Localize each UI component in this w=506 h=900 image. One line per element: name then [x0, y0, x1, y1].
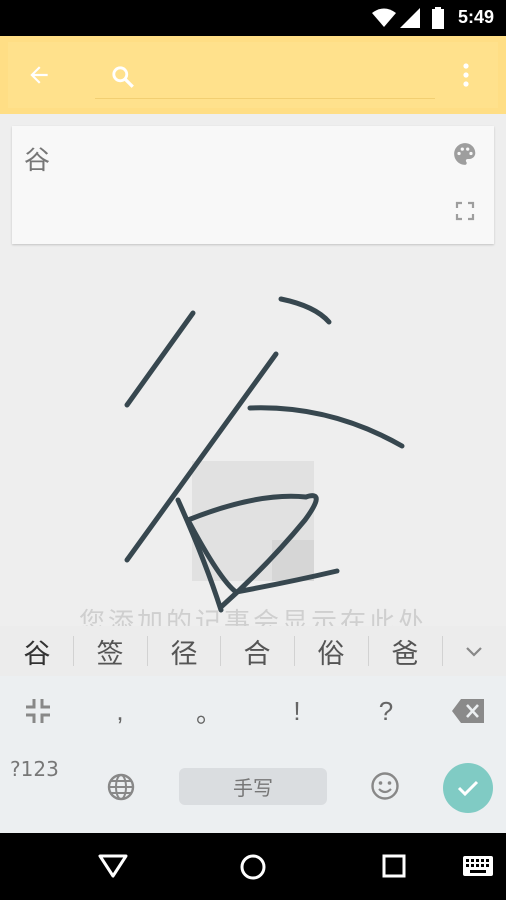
- palette-icon[interactable]: [452, 141, 478, 167]
- search-underline: [95, 98, 435, 99]
- candidate-4[interactable]: 俗: [294, 626, 368, 676]
- back-nav-icon[interactable]: [97, 853, 129, 879]
- candidate-1[interactable]: 签: [73, 626, 147, 676]
- done-button[interactable]: [443, 763, 493, 813]
- note-card[interactable]: [12, 126, 494, 244]
- signal-icon: [400, 8, 420, 28]
- navigation-bar: [0, 833, 506, 900]
- key-comma[interactable]: ,: [90, 681, 150, 741]
- search-icon[interactable]: [110, 64, 136, 90]
- expand-candidates-icon[interactable]: [464, 641, 484, 661]
- recents-nav-icon[interactable]: [381, 853, 407, 879]
- status-bar: 5:49: [0, 0, 506, 36]
- check-icon: [457, 780, 479, 797]
- candidate-3[interactable]: 合: [220, 626, 294, 676]
- key-period[interactable]: 。: [179, 681, 239, 741]
- battery-icon: [432, 7, 444, 29]
- back-arrow-icon[interactable]: [26, 62, 52, 88]
- empty-state-illustration-detail: [272, 540, 314, 581]
- more-options-icon[interactable]: [456, 61, 476, 89]
- candidate-divider: [442, 636, 443, 666]
- keyboard-switch-icon[interactable]: [462, 855, 494, 877]
- symbols-key[interactable]: ?123: [10, 757, 59, 781]
- handwriting-space-key[interactable]: 手写: [179, 768, 327, 805]
- key-question[interactable]: ?: [356, 681, 416, 741]
- key-exclamation[interactable]: !: [267, 681, 327, 741]
- note-text[interactable]: 谷: [24, 140, 50, 177]
- candidate-2[interactable]: 径: [147, 626, 221, 676]
- globe-icon[interactable]: [105, 771, 137, 803]
- home-nav-icon[interactable]: [238, 852, 268, 882]
- search-input[interactable]: [146, 60, 440, 92]
- status-time: 5:49: [457, 7, 494, 27]
- fullscreen-icon[interactable]: [454, 200, 476, 222]
- wifi-icon: [372, 8, 396, 27]
- emoji-icon[interactable]: [369, 770, 401, 802]
- candidate-5[interactable]: 爸: [368, 626, 442, 676]
- keyboard: [0, 676, 506, 833]
- collapse-handwriting-icon[interactable]: [23, 696, 53, 726]
- candidate-0[interactable]: 谷: [0, 626, 74, 676]
- backspace-icon[interactable]: [451, 698, 485, 724]
